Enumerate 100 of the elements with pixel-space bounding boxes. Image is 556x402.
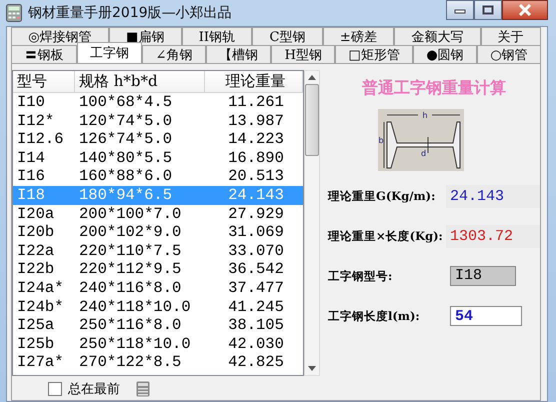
tab[interactable]: ○钢管: [477, 45, 541, 63]
checkbox-label[interactable]: 总在最前: [68, 380, 120, 398]
tab[interactable]: 〓钢板: [11, 45, 77, 63]
table-cell-text: 120*74*5.0: [78, 112, 174, 130]
table-row[interactable]: I24b* 240*118*10.0 41.245: [13, 298, 303, 316]
calculator-title: 普通工字钢重量计算: [362, 78, 506, 99]
table-cell-text: 20.513: [227, 167, 285, 186]
tab[interactable]: □矩形管: [335, 45, 414, 63]
calculator-icon: [6, 4, 22, 22]
table-cell-text: I10: [16, 93, 46, 112]
length-label: 工字钢长度l(m):: [328, 308, 421, 324]
table-cell-text: I16: [16, 167, 46, 186]
total-weight-label: 理论重里×长度(Kg):: [328, 228, 444, 244]
tab[interactable]: ±磅差: [322, 27, 394, 45]
table-cell-text: 13.987: [227, 112, 285, 130]
maximize-icon[interactable]: [482, 5, 494, 15]
column-header[interactable]: 规格 h*b*d: [75, 71, 205, 92]
table-cell-text: 200*102*9.0: [78, 223, 182, 242]
tab[interactable]: 【槽钢: [206, 45, 272, 63]
table-cell-text: I12.6: [16, 130, 65, 149]
i-beam-diagram: h b d: [378, 109, 464, 171]
table-cell-text: 250*118*10.0: [78, 334, 192, 354]
table-cell-text: 41.245: [227, 298, 285, 316]
table-cell-text: I24b*: [16, 298, 65, 316]
tab[interactable]: ●圆钢: [413, 45, 478, 63]
table-cell-text: 36.542: [227, 260, 285, 279]
scroll-down-icon[interactable]: [308, 366, 316, 371]
table-row[interactable]: I27a* 270*122*8.5 42.825: [13, 353, 303, 372]
table-row[interactable]: I25a 250*116*8.0 38.105: [13, 316, 303, 335]
table-cell-text: 100*68*4.5: [78, 93, 174, 112]
tab[interactable]: ■扁钢: [108, 27, 182, 45]
column-header[interactable]: 型号: [13, 71, 75, 92]
table-cell-text: I24a*: [16, 278, 65, 298]
table-cell-text: I14: [16, 148, 46, 168]
table-cell-text: 14.223: [227, 130, 285, 149]
table-row[interactable]: I12.6 126*74*5.0 14.223: [13, 130, 303, 149]
table-row[interactable]: I25b 250*118*10.0 42.030: [13, 334, 303, 354]
table-row[interactable]: I20b 200*102*9.0 31.069: [13, 223, 303, 242]
table-cell-text: I18: [16, 186, 46, 205]
table-row[interactable]: I22a 220*110*7.5 33.070: [13, 242, 303, 260]
weight-value: 24.143: [446, 184, 540, 208]
table-cell-text: 33.070: [227, 242, 285, 260]
table-row[interactable]: I20a 200*100*7.0 27.929: [13, 204, 303, 224]
table-cell-text: 140*80*5.5: [78, 148, 174, 168]
table-cell-text: 11.261: [227, 93, 285, 112]
table-cell-text: 160*88*6.0: [78, 167, 174, 186]
table-cell-text: 27.929: [227, 204, 285, 224]
tab[interactable]: II钢轨: [182, 27, 252, 45]
tab[interactable]: ∠角钢: [142, 45, 206, 63]
table-cell-text: 200*100*7.0: [78, 204, 182, 224]
table-cell-text: I27a*: [16, 353, 65, 372]
tab[interactable]: 工字钢: [76, 42, 142, 63]
scrollbar[interactable]: [304, 70, 320, 376]
model-field[interactable]: I18: [450, 266, 516, 286]
close-icon[interactable]: [518, 4, 532, 16]
table-cell-text: I20b: [16, 223, 56, 242]
table-cell-text: 240*116*8.0: [78, 278, 182, 298]
table-row[interactable]: I16 160*88*6.0 20.513: [13, 167, 303, 186]
table-row[interactable]: I10 100*68*4.5 11.261: [13, 93, 303, 112]
table-cell-text: I20a: [16, 204, 56, 224]
table-cell-text: 180*94*6.5: [78, 186, 174, 205]
table-cell-text: I25b: [16, 334, 56, 354]
scroll-up-icon[interactable]: [308, 75, 316, 80]
tab[interactable]: 金额大写: [394, 27, 480, 45]
table-cell-text: 42.825: [227, 353, 285, 372]
window-title: 钢材重量手册2019版—小郑出品: [28, 4, 232, 22]
length-input[interactable]: 54: [450, 306, 522, 326]
table-cell-text: 31.069: [227, 223, 285, 242]
maximize-button[interactable]: [474, 0, 502, 20]
table-cell-text: 220*112*9.5: [78, 260, 182, 279]
minimize-button[interactable]: [446, 0, 474, 20]
table-row[interactable]: I24a* 240*116*8.0 37.477: [13, 278, 303, 298]
table-cell-text: 126*74*5.0: [78, 130, 174, 149]
calculator-icon[interactable]: [136, 381, 150, 397]
table-cell-text: 24.143: [227, 186, 285, 205]
table-cell-text: 240*118*10.0: [78, 298, 192, 316]
table-cell-text: I22b: [16, 260, 56, 279]
tab[interactable]: ◎焊接钢管: [11, 27, 109, 45]
column-header[interactable]: 理论重量: [205, 71, 303, 92]
tab[interactable]: H型钢: [271, 45, 336, 63]
tab[interactable]: C型钢: [252, 27, 323, 45]
table-cell-text: 38.105: [227, 316, 285, 335]
table-cell-text: 270*122*8.5: [78, 353, 182, 372]
tab[interactable]: 关于: [480, 27, 541, 45]
table-cell-text: 250*116*8.0: [78, 316, 182, 335]
table-cell-text: 37.477: [227, 278, 285, 298]
total-weight-value: 1303.72: [446, 224, 540, 248]
scroll-thumb[interactable]: [305, 84, 319, 156]
table-cell-text: 16.890: [227, 148, 285, 168]
table-row[interactable]: I22b 220*112*9.5 36.542: [13, 260, 303, 279]
table-row[interactable]: I12* 120*74*5.0 13.987: [13, 112, 303, 130]
weight-label: 理论重里G(Kg/m):: [328, 188, 436, 204]
table-cell-text: I22a: [16, 242, 56, 260]
table-cell-text: I12*: [16, 112, 56, 130]
table-cell-text: 42.030: [227, 334, 285, 354]
table-row[interactable]: I14 140*80*5.5 16.890: [13, 148, 303, 168]
table-cell-text: 220*110*7.5: [78, 242, 182, 260]
model-label: 工字钢型号:: [328, 268, 394, 284]
close-button[interactable]: [502, 0, 548, 20]
checkbox[interactable]: [48, 382, 62, 396]
